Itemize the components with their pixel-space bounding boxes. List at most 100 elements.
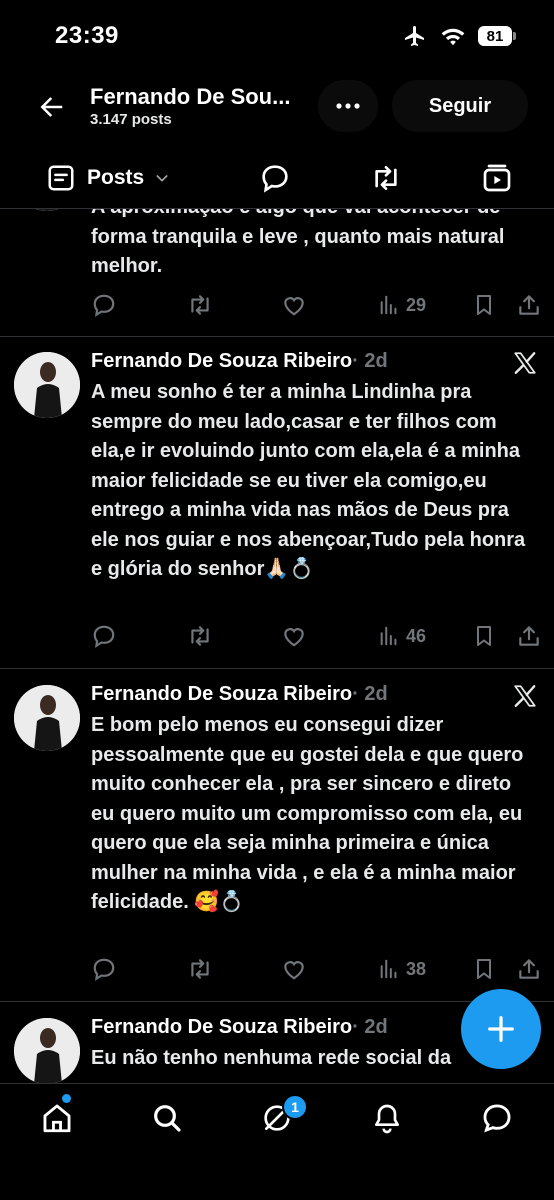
nav-search[interactable] (147, 1098, 187, 1138)
compose-plus-icon (488, 1016, 514, 1042)
post-item[interactable]: A aproximação é algo que vai acontecer d… (0, 209, 554, 337)
x-logo-icon (514, 685, 536, 707)
post-text: A aproximação é algo que vai acontecer d… (91, 209, 505, 277)
reply-button[interactable] (91, 621, 117, 651)
post-text: A meu sonho é ter a minha Lindinha pra s… (91, 381, 526, 580)
views-count: 38 (406, 958, 427, 979)
post-item[interactable]: Fernando De Souza Ribeiro· 2d E bom pelo… (0, 669, 554, 1002)
views-count: 46 (406, 625, 427, 646)
search-icon (154, 1105, 181, 1132)
posts-tab-icon (48, 165, 74, 191)
views-button[interactable]: 38 (378, 954, 426, 984)
tab-media[interactable] (481, 160, 513, 196)
like-button[interactable] (281, 290, 307, 320)
messages-icon (483, 1104, 511, 1133)
post-header: Fernando De Souza Ribeiro· 2d (91, 683, 388, 706)
reply-tab-icon (262, 165, 288, 193)
notifications-icon (375, 1104, 399, 1134)
battery-level: 81 (478, 26, 512, 46)
messages-badge: 1 (282, 1094, 308, 1120)
post-header: Fernando De Souza Ribeiro· 2d (91, 1016, 388, 1039)
follow-button[interactable]: Seguir (392, 80, 528, 132)
avatar[interactable] (14, 352, 80, 418)
share-icon (519, 295, 539, 315)
avatar[interactable] (14, 1018, 80, 1083)
share-button[interactable] (516, 954, 542, 984)
like-button[interactable] (281, 954, 307, 984)
views-icon (380, 626, 397, 646)
compose-button[interactable] (461, 989, 541, 1069)
post-actions: 38 (91, 954, 541, 984)
repost-icon (191, 626, 209, 646)
status-icons: 81 (402, 24, 516, 48)
bookmark-icon (477, 959, 491, 979)
post-actions: 46 (91, 621, 541, 651)
wifi-icon (441, 28, 465, 46)
reply-button[interactable] (91, 954, 117, 984)
like-icon (284, 628, 304, 647)
nav-notifications[interactable] (367, 1098, 407, 1138)
post-text: Eu não tenho nenhuma rede social da (91, 1047, 452, 1069)
tab-replies[interactable] (259, 160, 291, 196)
airplane-icon (405, 26, 424, 46)
bookmark-icon (477, 626, 491, 646)
views-icon (380, 959, 397, 979)
views-count: 29 (406, 294, 427, 315)
tab-posts[interactable]: Posts (46, 160, 170, 196)
tab-posts-label: Posts (87, 166, 145, 189)
status-time: 23:39 (55, 22, 119, 49)
author-name[interactable]: Fernando De Souza Ribeiro (91, 1016, 352, 1038)
more-button[interactable] (318, 80, 378, 132)
reply-icon (93, 958, 115, 981)
views-icon (380, 295, 397, 315)
share-button[interactable] (516, 621, 542, 651)
tab-reposts[interactable] (369, 160, 403, 196)
bookmark-button[interactable] (472, 290, 496, 320)
avatar[interactable] (14, 209, 80, 211)
chevron-down-icon (156, 175, 168, 182)
like-icon (284, 297, 304, 316)
author-name[interactable]: Fernando De Souza Ribeiro (91, 350, 352, 372)
post-time: · 2d (352, 350, 388, 372)
post-time: · 2d (352, 1016, 388, 1038)
repost-icon (191, 959, 209, 979)
like-button[interactable] (281, 621, 307, 651)
post-actions: 29 (91, 290, 541, 320)
home-icon (43, 1104, 71, 1133)
home-unread-dot (62, 1094, 71, 1103)
nav-messages[interactable] (477, 1098, 517, 1138)
views-button[interactable]: 46 (378, 621, 426, 651)
post-feed: A aproximação é algo que vai acontecer d… (0, 209, 554, 1083)
reply-button[interactable] (91, 290, 117, 320)
repost-icon (191, 295, 209, 315)
repost-button[interactable] (186, 290, 214, 320)
bookmark-icon (477, 295, 491, 315)
post-count: 3.147 posts (90, 111, 172, 128)
bookmark-button[interactable] (472, 621, 496, 651)
profile-tabs: Posts (0, 148, 554, 209)
nav-home[interactable] (37, 1098, 77, 1138)
media-tab-icon (483, 164, 511, 192)
back-arrow-icon[interactable] (36, 92, 66, 122)
post-text: E bom pelo menos eu consegui dizer pesso… (91, 714, 524, 913)
bookmark-button[interactable] (472, 954, 496, 984)
post-header: Fernando De Souza Ribeiro· 2d (91, 350, 388, 373)
like-icon (284, 961, 304, 980)
author-name[interactable]: Fernando De Souza Ribeiro (91, 683, 352, 705)
reply-icon (93, 294, 115, 317)
profile-header: Fernando De Sou... 3.147 posts Seguir (0, 70, 554, 145)
views-button[interactable]: 29 (378, 290, 426, 320)
profile-name: Fernando De Sou... (90, 84, 291, 109)
post-time: · 2d (352, 683, 388, 705)
repost-button[interactable] (186, 621, 214, 651)
reply-icon (93, 625, 115, 648)
post-item[interactable]: Fernando De Souza Ribeiro· 2d A meu sonh… (0, 336, 554, 669)
share-icon (519, 959, 539, 979)
repost-tab-icon (375, 166, 397, 190)
avatar[interactable] (14, 685, 80, 751)
repost-button[interactable] (186, 954, 214, 984)
share-button[interactable] (516, 290, 542, 320)
status-bar: 23:39 81 (0, 0, 554, 70)
bottom-navigation: 1 (0, 1083, 554, 1200)
share-icon (519, 626, 539, 646)
